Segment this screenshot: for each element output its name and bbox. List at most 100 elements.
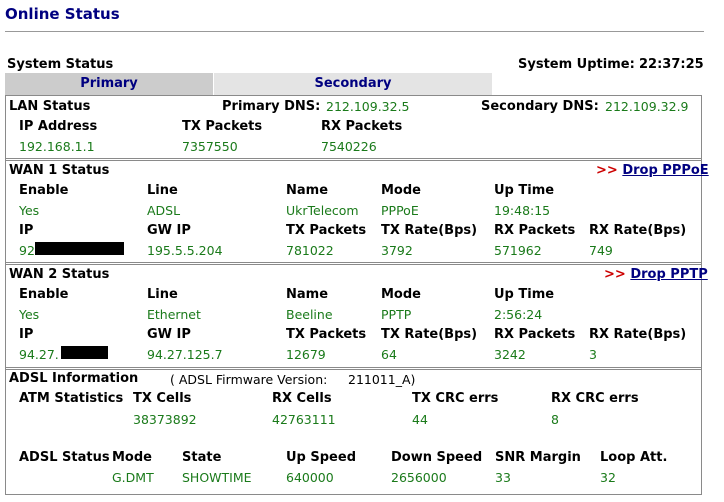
adsl-col-state: State [182,450,222,465]
adsl-loop-att-value: 32 [600,470,616,485]
wan1-col-ip: IP [19,223,34,238]
tab-primary[interactable]: Primary [5,73,213,95]
wan2-tx-rate-value: 64 [381,347,397,362]
drop-pptp-link[interactable]: Drop PPTP [630,267,707,282]
wan2-ip-value: 94.27. [19,347,59,362]
adsl-col-mode: Mode [112,450,152,465]
separator-wan2-adsl [5,367,702,368]
lan-col-tx-packets: TX Packets [182,119,263,134]
wan1-col-rx-rate: RX Rate(Bps) [589,223,687,238]
adsl-info-heading: ADSL Information [9,371,139,386]
adsl-col-down-speed: Down Speed [391,450,483,465]
atm-col-tx-cells: TX Cells [133,391,192,406]
lan-status-heading: LAN Status [9,99,91,114]
adsl-col-snr-margin: SNR Margin [495,450,581,465]
adsl-firmware-label: ( ADSL Firmware Version: [170,372,328,387]
page-title: Online Status [5,5,120,23]
wan1-col-tx-packets: TX Packets [286,223,367,238]
wan1-col-rx-packets: RX Packets [494,223,576,238]
wan2-status-heading: WAN 2 Status [9,267,110,282]
wan1-col-up-time: Up Time [494,183,555,198]
system-status-heading: System Status [7,57,114,72]
primary-dns-label: Primary DNS: [222,99,321,114]
lan-col-rx-packets: RX Packets [321,119,403,134]
wan2-rx-rate-value: 3 [589,347,597,362]
adsl-mode-value: G.DMT [112,470,154,485]
wan1-up-time-value: 19:48:15 [494,203,551,218]
title-divider [5,31,704,32]
lan-rx-packets-value: 7540226 [321,139,377,154]
wan1-tx-rate-value: 3792 [381,243,413,258]
status-panel [5,95,702,495]
wan2-col-rx-packets: RX Packets [494,327,576,342]
adsl-snr-margin-value: 33 [495,470,511,485]
wan2-col-mode: Mode [381,287,421,302]
wan2-col-up-time: Up Time [494,287,555,302]
wan2-col-ip: IP [19,327,34,342]
atm-tx-crc-value: 44 [412,412,428,427]
wan1-ip-value: 92 [19,243,35,258]
wan2-col-enable: Enable [19,287,69,302]
atm-tx-cells-value: 38373892 [133,412,197,427]
wan2-drop-action: >> Drop PPTP [604,267,708,282]
wan1-tx-packets-value: 781022 [286,243,334,258]
adsl-firmware-value: 211011_A) [348,372,416,387]
separator-wan1-wan2-b [5,264,702,265]
wan1-line-value: ADSL [147,203,181,218]
separator-wan1-wan2 [5,262,702,263]
atm-col-rx-crc: RX CRC errs [551,391,639,406]
atm-col-tx-crc: TX CRC errs [412,391,499,406]
wan1-gw-ip-value: 195.5.5.204 [147,243,223,258]
wan2-gw-ip-value: 94.27.125.7 [147,347,223,362]
wan1-rx-packets-value: 571962 [494,243,542,258]
wan2-col-name: Name [286,287,329,302]
wan1-col-gw-ip: GW IP [147,223,191,238]
system-uptime-label: System Uptime: [518,57,635,72]
wan1-enable-value: Yes [19,203,40,218]
lan-ip-address-value: 192.168.1.1 [19,139,95,154]
adsl-col-up-speed: Up Speed [286,450,356,465]
wan2-col-rx-rate: RX Rate(Bps) [589,327,687,342]
wan1-mode-value: PPPoE [381,203,419,218]
wan1-drop-action: >> Drop PPPoE [596,163,709,178]
adsl-down-speed-value: 2656000 [391,470,447,485]
lan-col-ip-address: IP Address [19,119,98,134]
wan2-tx-packets-value: 12679 [286,347,326,362]
tab-secondary[interactable]: Secondary [214,73,492,95]
separator-lan-wan1-b [5,160,702,161]
wan2-ip-redaction [61,346,108,359]
wan1-drop-arrow: >> [596,163,618,178]
adsl-state-value: SHOWTIME [182,470,252,485]
wan2-up-time-value: 2:56:24 [494,307,543,322]
atm-rx-crc-value: 8 [551,412,559,427]
primary-dns-value: 212.109.32.5 [326,99,410,114]
wan1-name-value: UkrTelecom [286,203,359,218]
wan1-col-line: Line [147,183,178,198]
wan2-drop-arrow: >> [604,267,626,282]
wan1-col-name: Name [286,183,329,198]
wan1-status-heading: WAN 1 Status [9,163,110,178]
atm-rx-cells-value: 42763111 [272,412,336,427]
wan2-col-tx-rate: TX Rate(Bps) [381,327,478,342]
secondary-dns-label: Secondary DNS: [481,99,599,114]
system-uptime-value: 22:37:25 [639,57,704,72]
drop-pppoe-link[interactable]: Drop PPPoE [622,163,708,178]
wan1-ip-redaction [35,242,124,255]
wan2-line-value: Ethernet [147,307,201,322]
wan1-col-enable: Enable [19,183,69,198]
adsl-status-label: ADSL Status [19,450,110,465]
adsl-up-speed-value: 640000 [286,470,334,485]
wan1-col-tx-rate: TX Rate(Bps) [381,223,478,238]
lan-tx-packets-value: 7357550 [182,139,238,154]
wan2-mode-value: PPTP [381,307,412,322]
wan1-rx-rate-value: 749 [589,243,613,258]
adsl-col-loop-att: Loop Att. [600,450,668,465]
wan2-col-line: Line [147,287,178,302]
wan2-enable-value: Yes [19,307,40,322]
wan2-col-gw-ip: GW IP [147,327,191,342]
separator-lan-wan1 [5,158,702,159]
atm-statistics-label: ATM Statistics [19,391,124,406]
wan2-name-value: Beeline [286,307,333,322]
atm-col-rx-cells: RX Cells [272,391,332,406]
secondary-dns-value: 212.109.32.9 [605,99,689,114]
